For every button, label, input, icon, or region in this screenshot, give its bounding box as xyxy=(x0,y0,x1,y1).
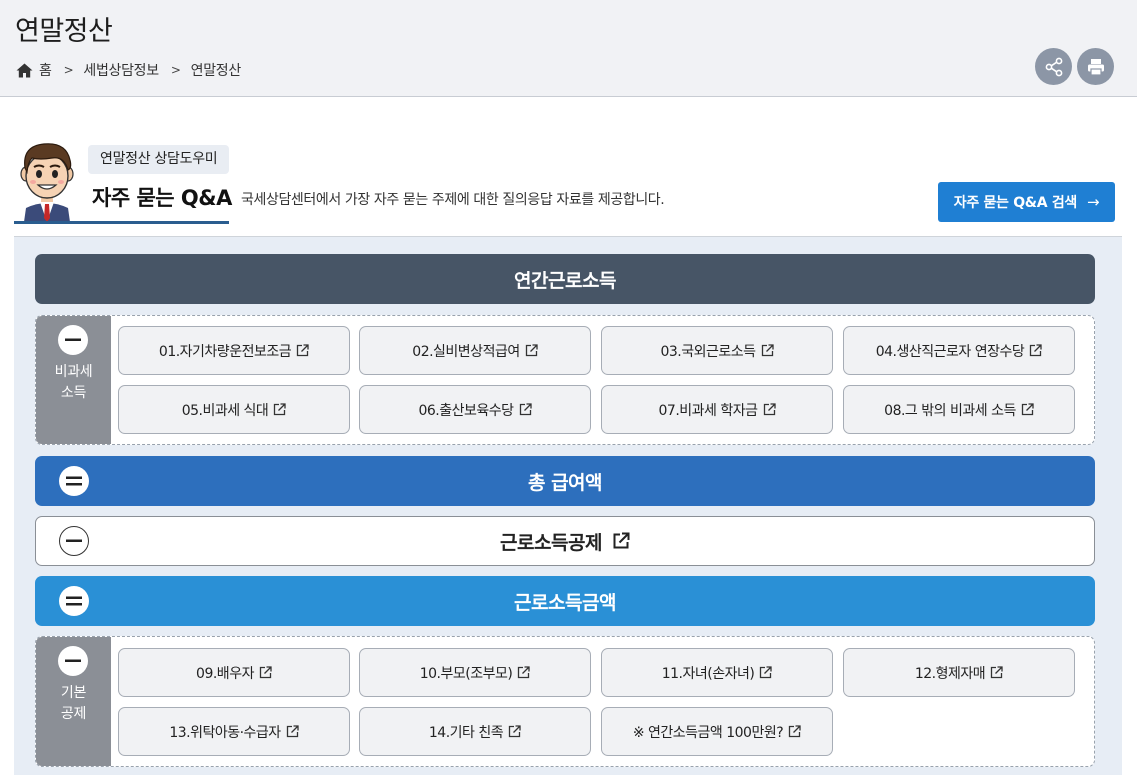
section-toggle[interactable] xyxy=(59,526,89,556)
qa-item-label: 12.형제자매 xyxy=(914,665,986,682)
section-annual-income: 연간근로소득 xyxy=(35,254,1095,304)
chevron-right-icon: > xyxy=(170,63,181,77)
qa-item[interactable]: 14.기타 친족 xyxy=(359,707,591,756)
breadcrumb-year-end[interactable]: 연말정산 xyxy=(191,60,242,80)
minus-icon xyxy=(66,539,82,542)
section-earned-amount: 근로소득금액 xyxy=(35,576,1095,626)
chevron-right-icon: > xyxy=(63,63,74,77)
consult-helper-tag: 연말정산 상담도우미 xyxy=(88,145,230,174)
external-link-icon xyxy=(763,403,776,416)
group-label-line: 공제 xyxy=(60,706,87,722)
external-link-icon xyxy=(286,725,299,738)
group-label-line: 기본 xyxy=(60,685,87,701)
home-icon[interactable] xyxy=(16,63,33,78)
external-link-icon xyxy=(990,666,1003,679)
external-link-icon xyxy=(296,344,309,357)
title-underline xyxy=(14,221,229,224)
qa-item-label: 14.기타 친족 xyxy=(428,724,504,741)
qa-item[interactable]: ※ 연간소득금액 100만원? xyxy=(601,707,833,756)
page-title: 연말정산 xyxy=(15,16,113,47)
external-link-icon xyxy=(760,666,772,679)
qa-item[interactable]: 08.그 밖의 비과세 소득 xyxy=(843,385,1075,434)
qa-item-label: 01.자기차량운전보조금 xyxy=(158,343,292,360)
qa-item-label: 05.비과세 식대 xyxy=(181,402,269,419)
qa-item-label: 13.위탁아동·수급자 xyxy=(169,724,281,741)
qa-item-label: 07.비과세 학자금 xyxy=(658,402,759,419)
equals-icon xyxy=(66,476,82,486)
print-icon xyxy=(1087,58,1104,76)
qa-search-button[interactable]: 자주 묻는 Q&A 검색 → xyxy=(938,182,1115,222)
collapse-toggle[interactable] xyxy=(58,646,88,676)
qa-item[interactable]: 12.형제자매 xyxy=(843,648,1075,697)
group-nontaxable: 비과세 소득 01.자기차량운전보조금 02.실비변상적급여 03.국외근로소득… xyxy=(35,315,1095,445)
qa-item-label: 03.국외근로소득 xyxy=(660,343,756,360)
qa-item-label: 06.출산보육수당 xyxy=(418,402,514,419)
section-earned-deduction[interactable]: 근로소득공제 xyxy=(35,516,1095,566)
equals-icon xyxy=(66,596,82,606)
qa-item[interactable]: 01.자기차량운전보조금 xyxy=(118,326,350,375)
qa-item[interactable]: 03.국외근로소득 xyxy=(601,326,833,375)
share-button[interactable] xyxy=(1035,48,1072,85)
page-header: 연말정산 홈 > 세법상담정보 > 연말정산 xyxy=(0,0,1137,97)
group-nontaxable-label: 비과세 소득 xyxy=(36,316,111,444)
arrow-right-icon: → xyxy=(1086,193,1100,211)
qa-search-label: 자주 묻는 Q&A 검색 xyxy=(953,195,1078,211)
section-earned-amount-label: 근로소득금액 xyxy=(514,591,616,614)
external-link-icon xyxy=(1030,344,1042,357)
qa-item[interactable]: 09.배우자 xyxy=(118,648,350,697)
breadcrumb: 홈 > 세법상담정보 > 연말정산 xyxy=(16,60,241,80)
qa-item-label: 09.배우자 xyxy=(196,665,254,682)
qa-item[interactable]: 04.생산직근로자 연장수당 xyxy=(843,326,1075,375)
consultant-avatar xyxy=(20,143,74,222)
qa-flow-panel: 연간근로소득 비과세 소득 01.자기차량운전보조금 02.실비변상적급여 03… xyxy=(14,237,1122,775)
section-total-pay-label: 총 급여액 xyxy=(527,471,603,494)
external-link-icon xyxy=(1021,403,1034,416)
qa-item[interactable]: 07.비과세 학자금 xyxy=(601,385,833,434)
external-link-icon xyxy=(761,344,774,357)
collapse-toggle[interactable] xyxy=(58,325,88,355)
minus-icon xyxy=(65,659,81,662)
print-button[interactable] xyxy=(1077,48,1114,85)
qa-item-label: ※ 연간소득금액 100만원? xyxy=(632,724,784,741)
group-basic-deduction: 기본 공제 09.배우자 10.부모(조부모) 11.자녀(손자녀) 12.형제… xyxy=(35,636,1095,767)
qa-item-label: 08.그 밖의 비과세 소득 xyxy=(884,402,1016,419)
external-link-icon xyxy=(789,725,801,738)
qa-heading: 연말정산 상담도우미 자주 묻는 Q&A 국세상담센터에서 가장 자주 묻는 주… xyxy=(14,138,1122,238)
qa-item-label: 04.생산직근로자 연장수당 xyxy=(875,343,1025,360)
qa-item[interactable]: 13.위탁아동·수급자 xyxy=(118,707,350,756)
qa-item-label: 10.부모(조부모) xyxy=(419,665,513,682)
qa-title: 자주 묻는 Q&A xyxy=(92,186,232,210)
qa-item[interactable]: 06.출산보육수당 xyxy=(359,385,591,434)
qa-item[interactable]: 05.비과세 식대 xyxy=(118,385,350,434)
group-label-line: 비과세 xyxy=(54,364,93,380)
qa-item-label: 11.자녀(손자녀) xyxy=(661,665,755,682)
breadcrumb-tax-consult[interactable]: 세법상담정보 xyxy=(83,60,159,80)
group-label-line: 소득 xyxy=(60,385,87,401)
section-annual-income-label: 연간근로소득 xyxy=(514,269,616,292)
breadcrumb-home[interactable]: 홈 xyxy=(39,60,52,80)
section-total-pay: 총 급여액 xyxy=(35,456,1095,506)
section-earned-deduction-label: 근로소득공제 xyxy=(500,531,602,554)
external-link-icon xyxy=(525,344,538,357)
external-link-icon xyxy=(519,403,532,416)
qa-item[interactable]: 10.부모(조부모) xyxy=(359,648,591,697)
qa-item[interactable]: 02.실비변상적급여 xyxy=(359,326,591,375)
external-link-icon xyxy=(508,725,521,738)
external-link-icon xyxy=(259,666,272,679)
qa-item[interactable]: 11.자녀(손자녀) xyxy=(601,648,833,697)
section-toggle[interactable] xyxy=(59,586,89,616)
group-basic-label: 기본 공제 xyxy=(36,637,111,766)
qa-description: 국세상담센터에서 가장 자주 묻는 주제에 대한 질의응답 자료를 제공합니다. xyxy=(241,192,665,208)
share-icon xyxy=(1045,57,1062,76)
qa-item-label: 02.실비변상적급여 xyxy=(412,343,520,360)
section-toggle[interactable] xyxy=(59,466,89,496)
external-link-icon xyxy=(613,532,630,549)
external-link-icon xyxy=(518,666,530,679)
minus-icon xyxy=(65,338,81,341)
external-link-icon xyxy=(274,403,286,416)
